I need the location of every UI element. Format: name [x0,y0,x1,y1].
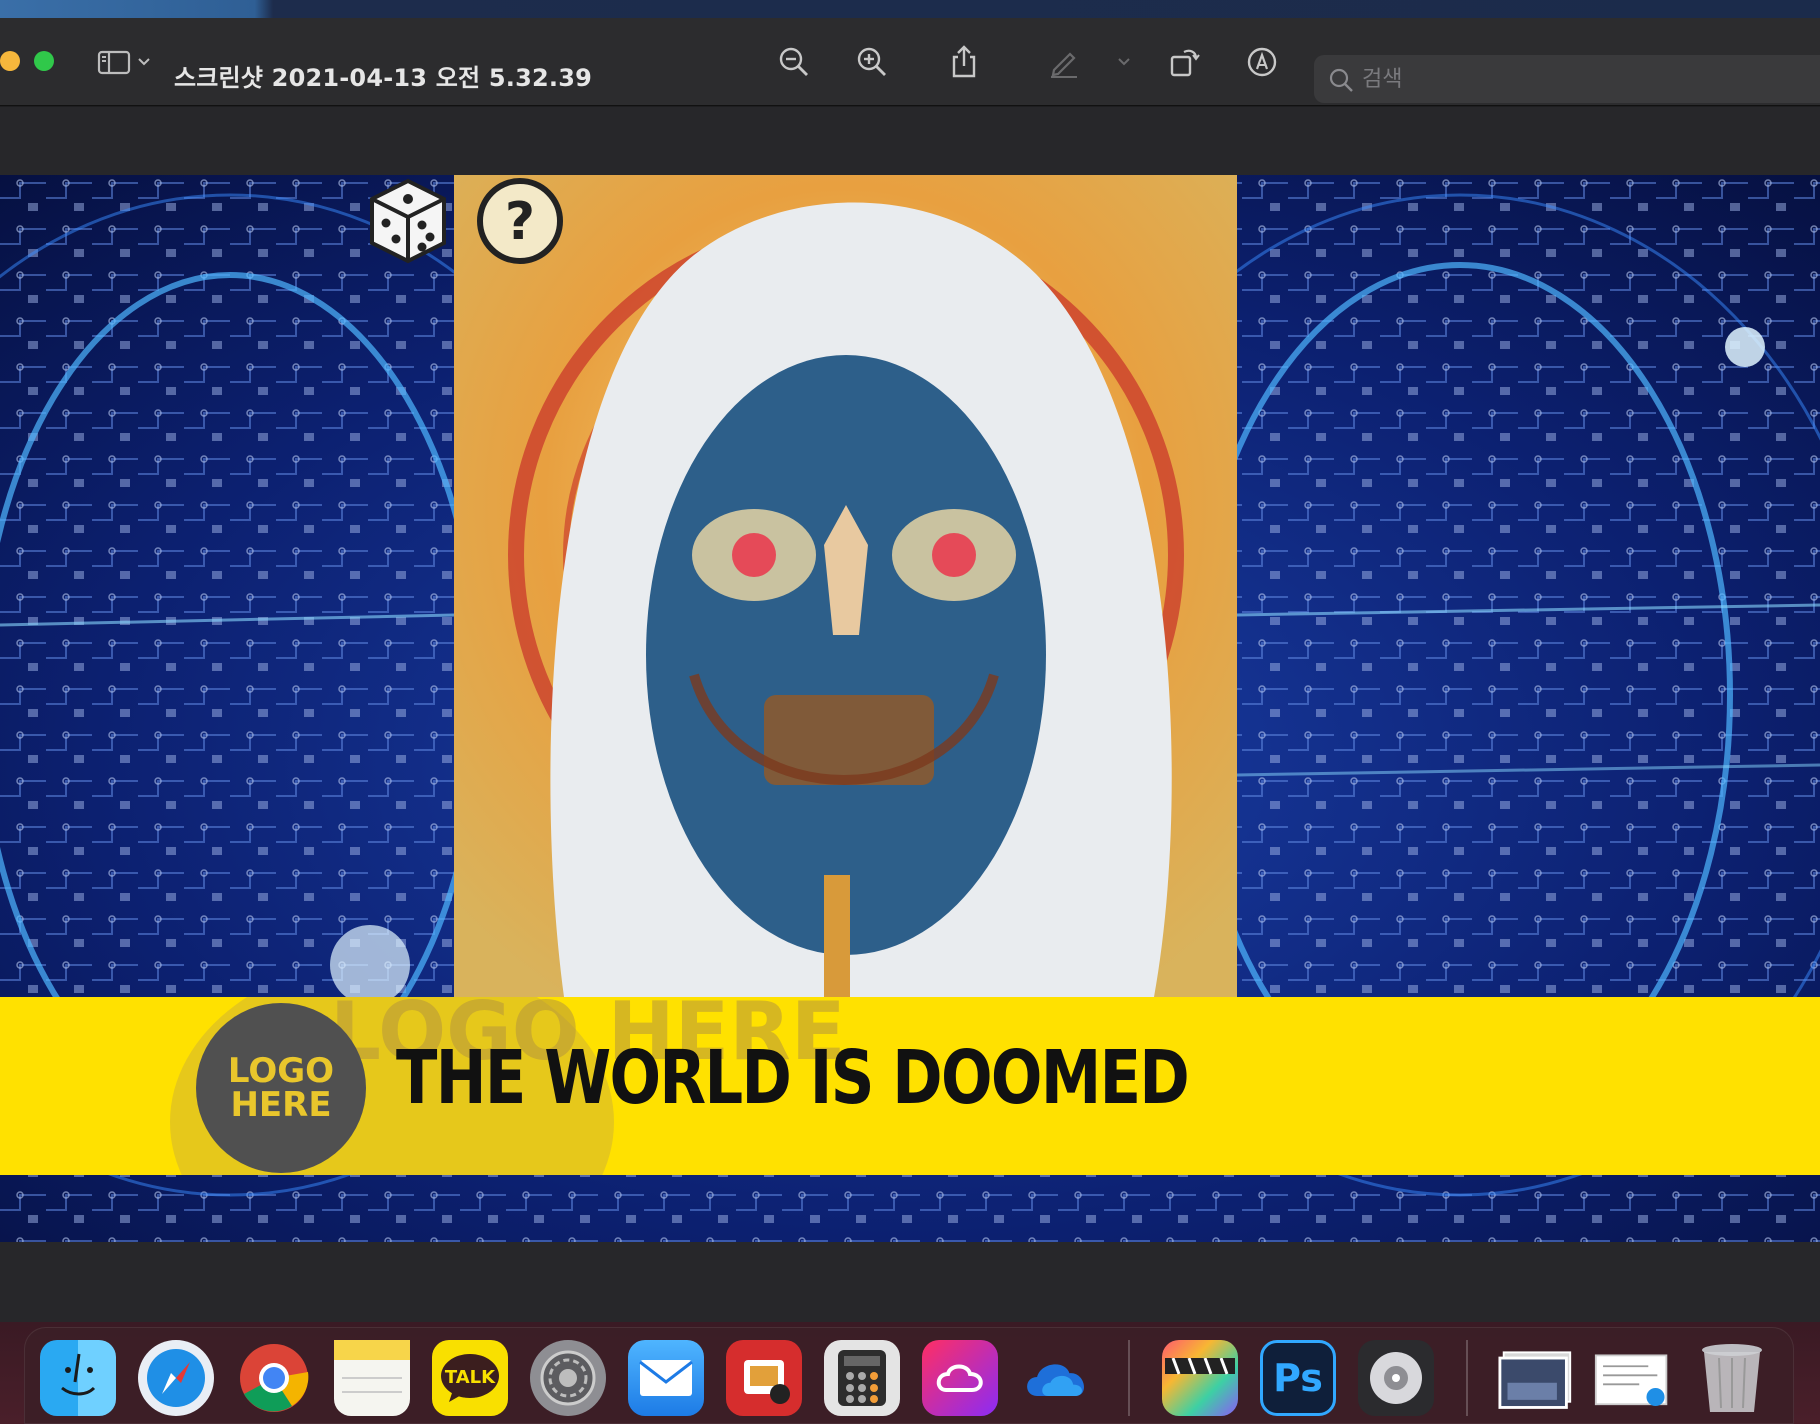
photo-booth-icon[interactable] [726,1340,802,1416]
dock-separator [1128,1340,1130,1416]
svg-text:?: ? [505,192,535,252]
dice-icon [370,178,446,264]
notes-icon[interactable] [334,1340,410,1416]
document-title: 스크린샷 2021-04-13 오전 5.32.39 [174,64,592,92]
logo-badge: LOGO HERE [196,1003,366,1173]
onedrive-icon[interactable] [1020,1340,1096,1416]
chevron-down-icon[interactable] [1112,44,1136,80]
photoshop-icon[interactable]: Ps [1260,1340,1336,1416]
downloads-stack-icon[interactable] [1498,1340,1574,1416]
svg-text:TALK: TALK [445,1367,496,1388]
fullscreen-button[interactable] [34,51,54,71]
portrait-image [454,175,1237,997]
zoom-out-icon[interactable] [776,44,812,80]
sidebar-toggle-icon[interactable] [94,44,134,80]
chrome-icon[interactable] [236,1340,312,1416]
search-icon [1328,67,1354,97]
search-field[interactable] [1314,55,1820,103]
headline: THE WORLD IS DOOMED [396,1035,1190,1121]
finder-icon[interactable] [40,1340,116,1416]
logic-pro-icon[interactable] [1358,1340,1434,1416]
search-input[interactable] [1362,64,1762,94]
preview-toolbar: 스크린샷 2021-04-13 오전 5.32.39 [0,18,1820,106]
rotate-icon[interactable] [1166,44,1202,80]
lower-third-banner: LOGO HERE LOGO HERE THE WORLD IS DOOMED [0,997,1820,1175]
logo-text-line2: HERE [230,1085,332,1125]
dock-separator [1466,1340,1468,1416]
system-preferences-icon[interactable] [530,1340,606,1416]
annotate-icon[interactable] [1244,44,1280,80]
calculator-icon[interactable] [824,1340,900,1416]
logo-text-line1: LOGO [227,1051,335,1091]
screen: 스크린샷 2021-04-13 오전 5.32.39 검색 LOGO HERE … [0,0,1820,1424]
documents-stack-icon[interactable] [1594,1340,1670,1416]
safari-icon[interactable] [138,1340,214,1416]
help-icon: ? [477,178,563,264]
chevron-down-icon[interactable] [132,44,156,80]
mail-icon[interactable] [628,1340,704,1416]
menu-bar-strip [0,0,1820,18]
trash-icon[interactable] [1694,1340,1770,1416]
share-icon[interactable] [946,44,982,80]
kakaotalk-icon[interactable]: TALK [432,1340,508,1416]
screenshot-image: LOGO HERE LOGO HERE THE WORLD IS DOOMED … [0,175,1820,1242]
final-cut-pro-icon[interactable] [1162,1340,1238,1416]
minimize-button[interactable] [0,51,20,71]
markup-pen-icon[interactable] [1046,44,1082,80]
creative-cloud-icon[interactable] [922,1340,998,1416]
zoom-in-icon[interactable] [854,44,890,80]
